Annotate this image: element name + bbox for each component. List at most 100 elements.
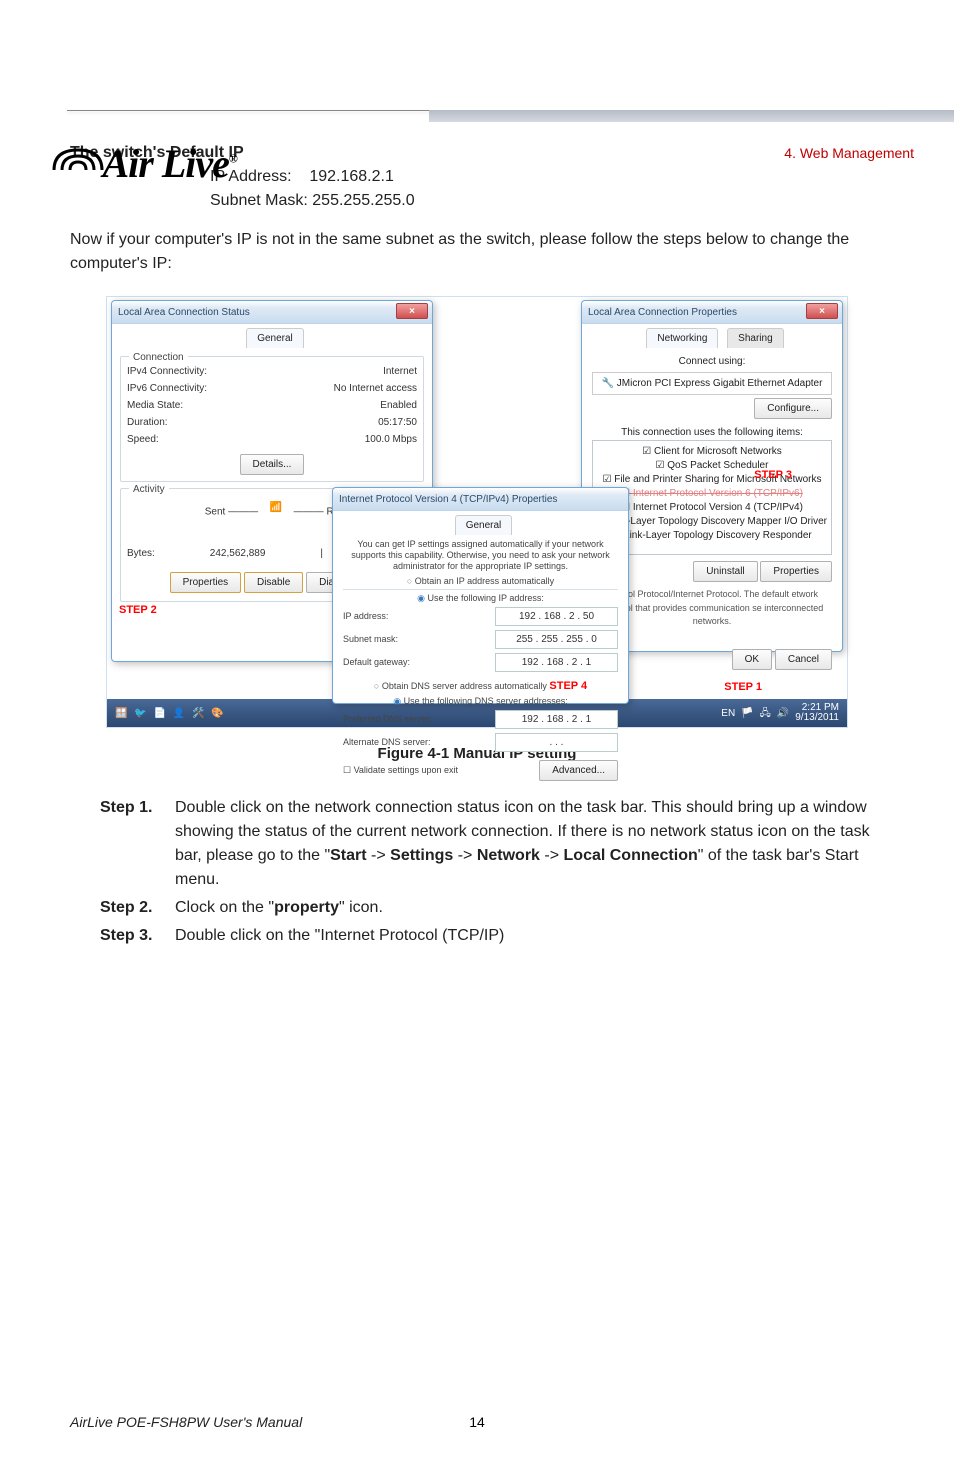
tab-general-ipv4[interactable]: General [455,515,513,535]
alt-dns-label: Alternate DNS server: [343,736,431,750]
figure-container: Local Area Connection Status × General C… [70,296,884,728]
step3-text: Double click on the "Internet Protocol (… [175,924,884,948]
bytes-label: Bytes: [127,546,155,561]
list-item-ipv4[interactable]: Internet Protocol Version 4 (TCP/IPv4) [597,501,827,515]
screenshot: Local Area Connection Status × General C… [106,296,848,728]
subnet-mask-label: Subnet mask: [343,633,398,647]
media-state-label: Media State: [127,398,183,413]
pref-dns-input[interactable]: 192 . 168 . 2 . 1 [495,710,618,729]
media-state-value: Enabled [380,398,417,413]
ip-addr-label: IP address: [343,610,388,624]
tray-app-icon[interactable]: 👤 [173,708,185,719]
ipv6c-label: IPv6 Connectivity: [127,381,207,396]
status-title: Local Area Connection Status [118,305,250,320]
subnet-mask-input[interactable]: 255 . 255 . 255 . 0 [495,630,618,649]
step3-label: STEP 3 [754,467,792,484]
list-item[interactable]: Client for Microsoft Networks [597,445,827,459]
pref-dns-label: Preferred DNS server: [343,713,432,727]
cancel-button[interactable]: Cancel [775,649,832,670]
speed-value: 100.0 Mbps [365,432,417,447]
list-item[interactable]: Link-Layer Topology Discovery Mapper I/O… [597,515,827,529]
logo: Air Live® [50,140,237,187]
gateway-input[interactable]: 192 . 168 . 2 . 1 [495,653,618,672]
step2-num: Step 2. [100,896,175,920]
step1-label: STEP 1 [724,679,762,696]
uninstall-button[interactable]: Uninstall [693,561,757,582]
radio-auto-dns[interactable]: Obtain DNS server address automatically … [343,678,618,695]
step1-num: Step 1. [100,796,175,892]
properties-item-button[interactable]: Properties [760,561,832,582]
configure-button[interactable]: Configure... [754,398,832,419]
details-button[interactable]: Details... [240,454,305,475]
tray-app-icon[interactable]: 🐦 [134,708,146,719]
ipv6c-value: No Internet access [334,381,417,396]
subnet-row: Subnet Mask: 255.255.255.0 [210,189,884,213]
tray-app-icon[interactable]: 🛠️ [192,708,204,719]
gateway-label: Default gateway: [343,656,410,670]
properties-title: Local Area Connection Properties [588,305,737,320]
step2-label: STEP 2 [119,602,157,619]
connect-using-label: Connect using: [592,354,832,369]
connection-group: Connection [129,350,188,365]
status-title-bar: Local Area Connection Status × [112,301,432,324]
page-number: 14 [0,1414,954,1430]
taskbar-left: 🪟 🐦 📄 👤 🛠️ 🎨 [115,706,228,721]
ok-button[interactable]: OK [732,649,772,670]
properties-title-bar: Local Area Connection Properties × [582,301,842,324]
list-item[interactable]: File and Printer Sharing for Microsoft N… [597,473,827,487]
duration-label: Duration: [127,415,168,430]
network-icon[interactable]: 🖧 [760,706,771,721]
ip-addr-input[interactable]: 192 . 168 . 2 . 50 [495,607,618,626]
adapter-name: JMicron PCI Express Gigabit Ethernet Ada… [617,378,823,389]
speed-label: Speed: [127,432,159,447]
close-icon[interactable]: × [396,303,428,319]
chapter-label: 4. Web Management [784,145,914,161]
auto-dns-label: Obtain DNS server address automatically [382,681,547,691]
language-indicator[interactable]: EN [721,706,735,721]
alt-dns-input[interactable]: . . . [495,733,618,752]
sound-icon[interactable]: 🔊 [777,706,789,721]
close-icon[interactable]: × [806,303,838,319]
activity-group: Activity [129,482,169,497]
step3-num: Step 3. [100,924,175,948]
header-stripe [429,110,954,122]
logo-text: Air Live [102,141,228,186]
advanced-button[interactable]: Advanced... [539,760,618,781]
ipv4-window[interactable]: Internet Protocol Version 4 (TCP/IPv4) P… [332,487,629,704]
subnet-label: Subnet Mask: [210,192,308,209]
ipv4-desc: You can get IP settings assigned automat… [343,539,618,571]
disable-button[interactable]: Disable [244,572,303,593]
subnet-value: 255.255.255.0 [312,192,414,209]
radio-auto-ip[interactable]: Obtain an IP address automatically [343,575,618,589]
tray-app-icon[interactable]: 🎨 [211,708,223,719]
items-label: This connection uses the following items… [592,425,832,440]
validate-checkbox[interactable]: Validate settings upon exit [354,765,458,775]
ipv4c-label: IPv4 Connectivity: [127,364,207,379]
clock-date[interactable]: 9/13/2011 [795,713,839,723]
ip-address-row: IP Address: 192.168.2.1 [210,165,884,189]
ipv4-title-bar: Internet Protocol Version 4 (TCP/IPv4) P… [333,488,628,511]
properties-button[interactable]: Properties [170,572,242,593]
step2-text: Clock on the "property" icon. [175,896,884,920]
list-item[interactable]: Link-Layer Topology Discovery Responder [597,529,827,543]
tab-general[interactable]: General [246,328,304,348]
list-item-ipv6[interactable]: Internet Protocol Version 6 (TCP/IPv6) [597,487,827,501]
step4-label: STEP 4 [549,680,587,692]
radio-use-ip[interactable]: Use the following IP address: [343,589,618,606]
tray-app-icon[interactable]: 📄 [153,708,165,719]
logo-r: ® [229,152,237,166]
ipv4c-value: Internet [383,364,417,379]
ip-value: 192.168.2.1 [309,168,394,185]
duration-value: 05:17:50 [378,415,417,430]
start-orb-icon[interactable]: 🪟 [115,708,127,719]
ipv4-title: Internet Protocol Version 4 (TCP/IPv4) P… [339,492,557,507]
tab-sharing[interactable]: Sharing [727,328,783,348]
tray-flag-icon[interactable]: 🏳️ [741,706,753,721]
tab-networking[interactable]: Networking [646,328,718,348]
list-item[interactable]: QoS Packet Scheduler [597,459,827,473]
radio-use-dns[interactable]: Use the following DNS server addresses: [343,695,618,709]
step1-text: Double click on the network connection s… [175,796,884,892]
taskbar-right: EN 🏳️ 🖧 🔊 2:21 PM 9/13/2011 [721,703,839,723]
body-text-1: Now if your computer's IP is not in the … [70,228,884,276]
sent-label: Sent [205,507,226,518]
